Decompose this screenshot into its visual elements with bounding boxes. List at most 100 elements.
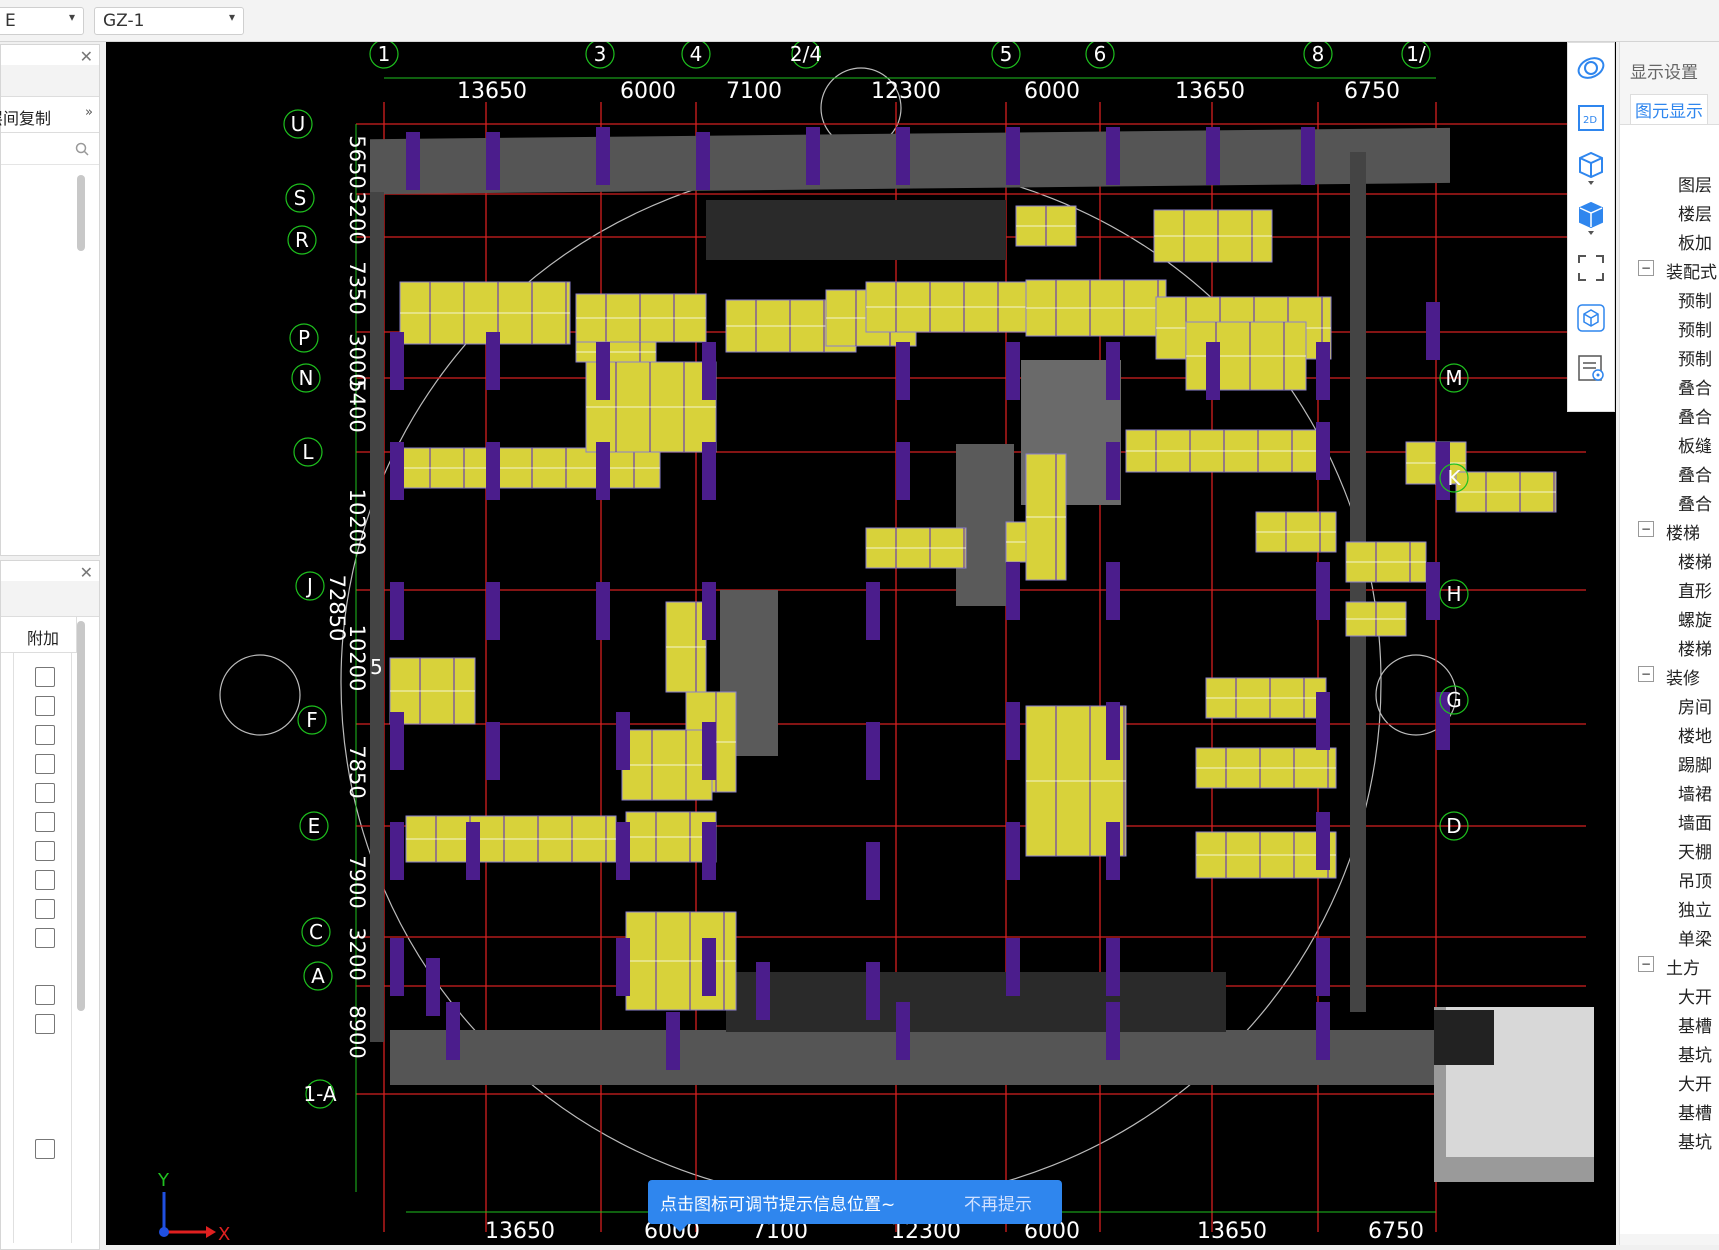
- column: [866, 962, 880, 1020]
- tree-row[interactable]: 独立: [1620, 894, 1719, 926]
- column: [486, 442, 500, 500]
- tree-row[interactable]: − 土方: [1620, 952, 1719, 984]
- top-axis-label: 2/4: [790, 42, 822, 66]
- tree-row[interactable]: 预制: [1620, 285, 1719, 317]
- attach-checkbox[interactable]: [35, 812, 55, 832]
- model-viewport[interactable]: 1 3 4 2/4 5 6 8 1/13650 6000 7100 12300 6000 13650 67…: [106, 42, 1616, 1245]
- column: [1006, 702, 1020, 760]
- tree-row[interactable]: 踢脚: [1620, 749, 1719, 781]
- columns-layer: [390, 127, 1450, 1070]
- attach-checkbox[interactable]: [35, 1014, 55, 1034]
- tree-row[interactable]: 基槽: [1620, 1010, 1719, 1042]
- 3d-box-button[interactable]: [1568, 143, 1614, 193]
- fit-view-button[interactable]: [1568, 243, 1614, 293]
- column: [896, 1002, 910, 1060]
- tree-row[interactable]: 基槽: [1620, 1097, 1719, 1129]
- tree-row[interactable]: − 装配式: [1620, 256, 1719, 288]
- close-icon[interactable]: ✕: [80, 563, 93, 582]
- close-icon[interactable]: ✕: [80, 47, 93, 66]
- collapse-icon[interactable]: −: [1638, 260, 1654, 276]
- tree-row[interactable]: 叠合: [1620, 488, 1719, 520]
- tree-row[interactable]: 墙裙: [1620, 778, 1719, 810]
- hint-toast[interactable]: 点击图标可调节提示信息位置~ 不再提示: [648, 1180, 1062, 1232]
- attach-checkbox[interactable]: [35, 754, 55, 774]
- tree-row[interactable]: 板加: [1620, 227, 1719, 259]
- pane-title: 显示设置: [1630, 63, 1698, 83]
- tree-row[interactable]: 楼梯: [1620, 546, 1719, 578]
- attach-checkbox[interactable]: [35, 928, 55, 948]
- column: [1106, 562, 1120, 620]
- bottom-dim-label: 13650: [1197, 1219, 1267, 1244]
- tree-row[interactable]: 基坑: [1620, 1039, 1719, 1071]
- 2d-button[interactable]: 2D: [1568, 93, 1614, 143]
- more-icon[interactable]: »: [85, 105, 93, 120]
- column: [1316, 1002, 1330, 1060]
- tree-row[interactable]: 螺旋: [1620, 604, 1719, 636]
- tree-row[interactable]: 基坑: [1620, 1126, 1719, 1158]
- tree-row[interactable]: 叠合: [1620, 372, 1719, 404]
- scrollbar[interactable]: [77, 175, 85, 251]
- attach-checkbox[interactable]: [35, 696, 55, 716]
- tree-row-label: 土方: [1666, 959, 1700, 979]
- top-dim-label: 6000: [1024, 79, 1080, 104]
- collapse-icon[interactable]: −: [1638, 666, 1654, 682]
- tree-row[interactable]: 叠合: [1620, 459, 1719, 491]
- left-axis-label: J: [305, 574, 313, 598]
- search-input[interactable]: [1, 133, 99, 165]
- attach-checkbox[interactable]: [35, 783, 55, 803]
- top-axis-label: 6: [1094, 42, 1107, 66]
- attach-checkbox[interactable]: [35, 985, 55, 1005]
- tree-row[interactable]: 天棚: [1620, 836, 1719, 868]
- attach-checkbox[interactable]: [35, 841, 55, 861]
- attach-checkbox[interactable]: [35, 1139, 55, 1159]
- attach-checkbox[interactable]: [35, 667, 55, 687]
- top-axis-label: 5: [1000, 42, 1013, 66]
- left-axis-label: 1-A: [303, 1082, 337, 1106]
- tab-element-display[interactable]: 图元显示: [1630, 94, 1708, 125]
- attach-checkbox[interactable]: [35, 870, 55, 890]
- floor-combo[interactable]: E ▾: [0, 7, 84, 35]
- top-axis-label: 8: [1312, 42, 1325, 66]
- orbit-handle-left[interactable]: [219, 654, 301, 736]
- tree-row[interactable]: 墙面: [1620, 807, 1719, 839]
- tree-row[interactable]: − 装修: [1620, 662, 1719, 694]
- 3d-solid-button[interactable]: [1568, 193, 1614, 243]
- tree-row[interactable]: 楼地: [1620, 720, 1719, 752]
- tree-row[interactable]: 房间: [1620, 691, 1719, 723]
- display-settings-button[interactable]: [1568, 343, 1614, 393]
- tree-row[interactable]: 楼层: [1620, 198, 1719, 230]
- tree-row[interactable]: 直形: [1620, 575, 1719, 607]
- column: [1206, 127, 1220, 185]
- tree-row-label: 独立: [1678, 901, 1712, 921]
- tree-row[interactable]: 大开: [1620, 981, 1719, 1013]
- tree-row-label: 叠合: [1678, 495, 1712, 515]
- tree-row[interactable]: − 楼梯: [1620, 517, 1719, 549]
- orbit-button[interactable]: [1568, 43, 1614, 93]
- attach-checkbox[interactable]: [35, 725, 55, 745]
- tree-row[interactable]: 板缝: [1620, 430, 1719, 462]
- dont-show-again-link[interactable]: 不再提示: [964, 1190, 1032, 1215]
- component-combo[interactable]: GZ-1 ▾: [94, 7, 244, 35]
- tree-row[interactable]: 吊顶: [1620, 865, 1719, 897]
- collapse-icon[interactable]: −: [1638, 956, 1654, 972]
- tree-row[interactable]: 图层: [1620, 169, 1719, 201]
- tree-row[interactable]: 预制: [1620, 314, 1719, 346]
- tree-row[interactable]: 叠合: [1620, 401, 1719, 433]
- grid-line: [71, 653, 72, 1243]
- column: [866, 842, 880, 900]
- column: [1006, 822, 1020, 880]
- cube-view-button[interactable]: [1568, 293, 1614, 343]
- tree-row[interactable]: 大开: [1620, 1068, 1719, 1100]
- tree-row[interactable]: 预制: [1620, 343, 1719, 375]
- collapse-icon[interactable]: −: [1638, 521, 1654, 537]
- tree-row-label: 楼层: [1678, 205, 1712, 225]
- floor-copy-button[interactable]: 层间复制: [0, 105, 51, 129]
- column-header-row: 附加: [1, 617, 77, 653]
- tree-row-label: 墙面: [1678, 814, 1712, 834]
- tree-row[interactable]: 楼梯: [1620, 633, 1719, 665]
- top-dim-label: 12300: [871, 79, 941, 104]
- column: [390, 712, 404, 770]
- scrollbar[interactable]: [77, 621, 85, 1011]
- attach-checkbox[interactable]: [35, 899, 55, 919]
- tree-row[interactable]: 单梁: [1620, 923, 1719, 955]
